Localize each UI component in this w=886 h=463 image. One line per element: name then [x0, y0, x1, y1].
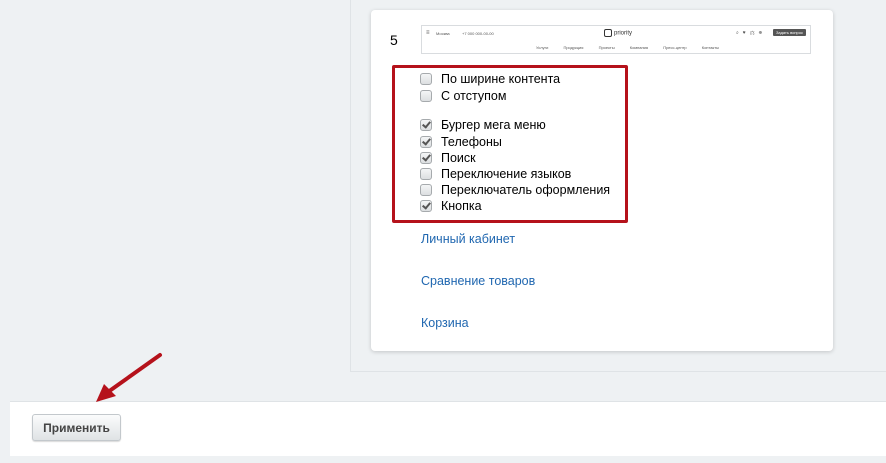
arrow-annotation-icon — [96, 353, 162, 402]
